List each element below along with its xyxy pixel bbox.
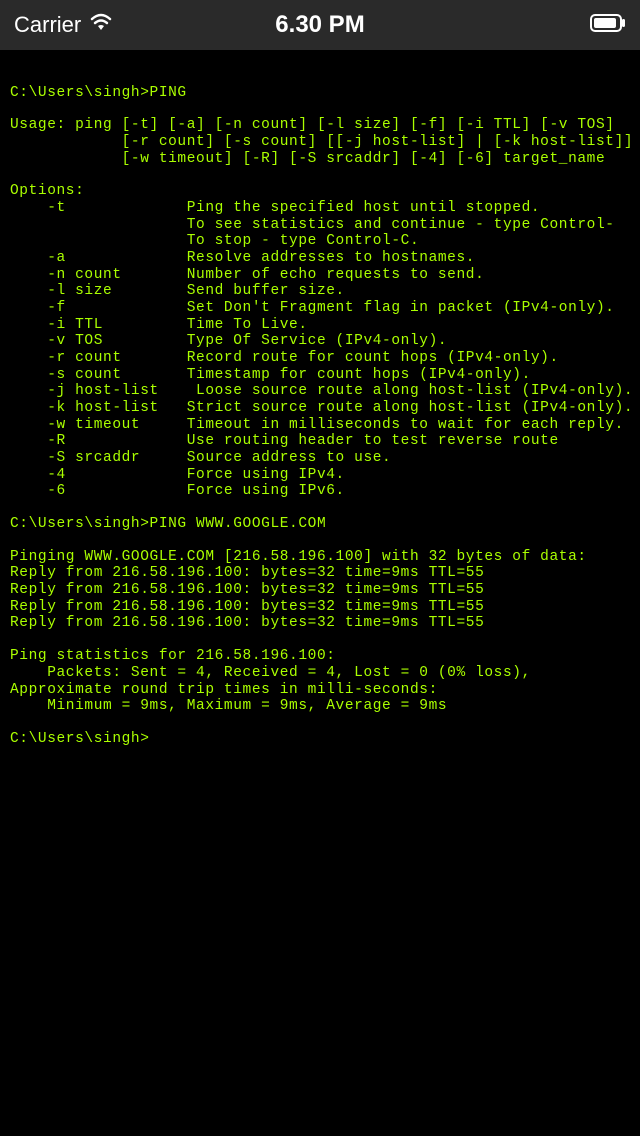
terminal-line: Packets: Sent = 4, Received = 4, Lost = … <box>10 665 630 682</box>
terminal-line <box>10 632 630 648</box>
terminal-line: Reply from 216.58.196.100: bytes=32 time… <box>10 615 630 632</box>
terminal-line: -i TTL Time To Live. <box>10 317 630 334</box>
terminal-line: -v TOS Type Of Service (IPv4-only). <box>10 333 630 350</box>
terminal-line: Options: <box>10 183 630 200</box>
terminal-line: C:\Users\singh>PING WWW.GOOGLE.COM <box>10 516 630 533</box>
terminal-line: Pinging WWW.GOOGLE.COM [216.58.196.100] … <box>10 549 630 566</box>
terminal-line: [-w timeout] [-R] [-S srcaddr] [-4] [-6]… <box>10 151 630 168</box>
terminal-line: -l size Send buffer size. <box>10 283 630 300</box>
terminal-line: -w timeout Timeout in milliseconds to wa… <box>10 417 630 434</box>
terminal-line: Usage: ping [-t] [-a] [-n count] [-l siz… <box>10 117 630 134</box>
terminal-line: Reply from 216.58.196.100: bytes=32 time… <box>10 565 630 582</box>
terminal-line: -j host-list Loose source route along ho… <box>10 383 630 400</box>
terminal-line: C:\Users\singh> <box>10 731 630 748</box>
terminal-line: -S srcaddr Source address to use. <box>10 450 630 467</box>
terminal-line: -R Use routing header to test reverse ro… <box>10 433 630 450</box>
terminal-line: -r count Record route for count hops (IP… <box>10 350 630 367</box>
battery-icon <box>590 14 626 37</box>
terminal-line: C:\Users\singh>PING <box>10 85 630 102</box>
terminal-line <box>10 101 630 117</box>
terminal-line: -k host-list Strict source route along h… <box>10 400 630 417</box>
terminal-line: To see statistics and continue - type Co… <box>10 217 630 234</box>
carrier-label: Carrier <box>14 12 81 38</box>
terminal-line: Reply from 216.58.196.100: bytes=32 time… <box>10 599 630 616</box>
status-bar-right <box>590 14 626 37</box>
terminal-output[interactable]: C:\Users\singh>PING Usage: ping [-t] [-a]… <box>0 50 640 766</box>
terminal-line <box>10 500 630 516</box>
status-bar-left: Carrier <box>14 12 113 38</box>
terminal-line: To stop - type Control-C. <box>10 233 630 250</box>
terminal-line: Reply from 216.58.196.100: bytes=32 time… <box>10 582 630 599</box>
terminal-line <box>10 167 630 183</box>
terminal-line: -t Ping the specified host until stopped… <box>10 200 630 217</box>
status-bar-time: 6.30 PM <box>275 11 364 39</box>
terminal-line: Ping statistics for 216.58.196.100: <box>10 648 630 665</box>
terminal-line <box>10 533 630 549</box>
status-bar: Carrier 6.30 PM <box>0 0 640 50</box>
terminal-line: -s count Timestamp for count hops (IPv4-… <box>10 367 630 384</box>
wifi-icon <box>89 12 113 38</box>
terminal-line: -f Set Don't Fragment flag in packet (IP… <box>10 300 630 317</box>
terminal-line: Minimum = 9ms, Maximum = 9ms, Average = … <box>10 698 630 715</box>
terminal-line: -a Resolve addresses to hostnames. <box>10 250 630 267</box>
terminal-line: -6 Force using IPv6. <box>10 483 630 500</box>
terminal-line: [-r count] [-s count] [[-j host-list] | … <box>10 134 630 151</box>
terminal-line: -4 Force using IPv4. <box>10 467 630 484</box>
terminal-line: -n count Number of echo requests to send… <box>10 267 630 284</box>
terminal-line <box>10 715 630 731</box>
terminal-line: Approximate round trip times in milli-se… <box>10 682 630 699</box>
